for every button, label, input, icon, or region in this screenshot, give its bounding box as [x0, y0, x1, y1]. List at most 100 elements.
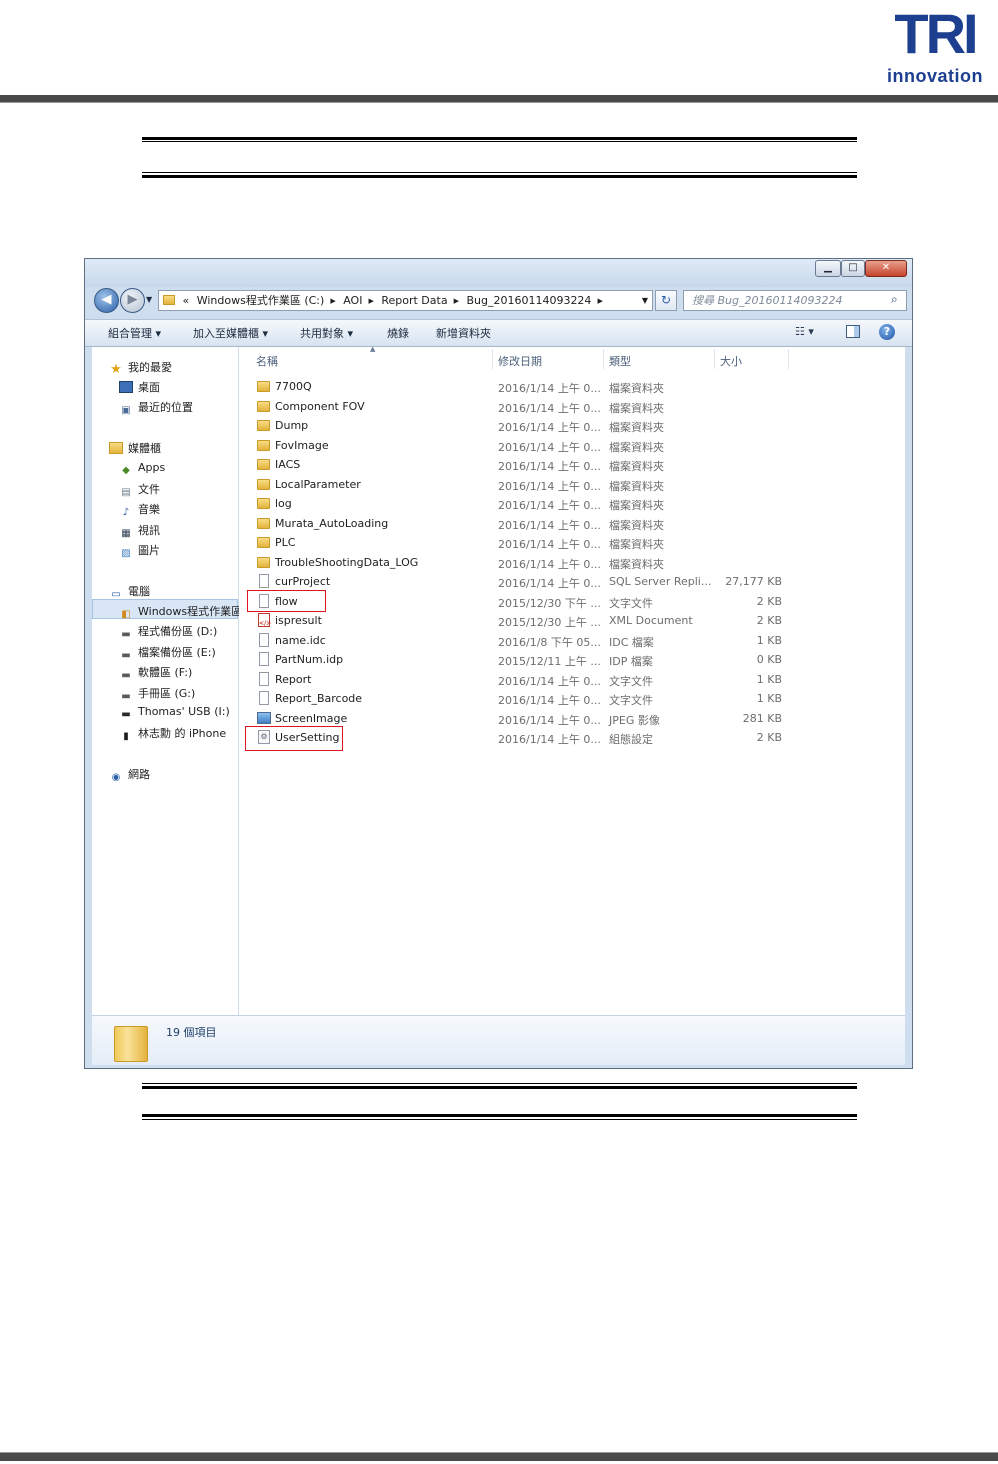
file-row[interactable]: PLC 2016/1/14 上午 0... 檔案資料夾	[239, 533, 905, 552]
column-header-date[interactable]: 修改日期	[498, 353, 542, 369]
breadcrumb-segment[interactable]: Windows程式作業區 (C:)	[197, 291, 325, 310]
close-button[interactable]: ✕	[865, 260, 907, 277]
breadcrumb-arrow-icon[interactable]: ▶	[454, 292, 459, 310]
nav-pictures[interactable]: ▨ 圖片	[119, 542, 160, 560]
file-size: 1 KB	[756, 692, 782, 705]
nav-usb-drive[interactable]: ▬ Thomas' USB (I:)	[119, 705, 229, 721]
view-options-icon[interactable]: ☷ ▾	[795, 325, 814, 338]
rule-top-thin	[142, 141, 857, 142]
highlight-box-flow	[247, 590, 326, 612]
file-row[interactable]: PartNum.idp 2015/12/11 上午 ... IDP 檔案 0 KB	[239, 650, 905, 669]
refresh-button[interactable]: ↻	[655, 290, 677, 311]
column-divider[interactable]	[714, 349, 715, 369]
file-row[interactable]: Murata_AutoLoading 2016/1/14 上午 0... 檔案資料夾	[239, 514, 905, 533]
file-row[interactable]: TroubleShootingData_LOG 2016/1/14 上午 0...…	[239, 553, 905, 572]
nav-drive-e[interactable]: ▬ 檔案備份區 (E:)	[119, 644, 215, 662]
share-with-menu[interactable]: 共用對象 ▾	[300, 325, 353, 341]
include-library-menu[interactable]: 加入至媒體櫃 ▾	[193, 325, 268, 341]
nav-music[interactable]: ♪ 音樂	[119, 501, 160, 519]
organize-menu[interactable]: 組合管理 ▾	[108, 325, 161, 341]
search-input[interactable]: 搜尋 Bug_20160114093224	[683, 290, 907, 311]
nav-label: 軟體區 (F:)	[138, 666, 193, 679]
breadcrumb-arrow-icon[interactable]: ▶	[368, 292, 373, 310]
column-divider[interactable]	[603, 349, 604, 369]
file-name: ispresult	[275, 614, 322, 627]
file-icon	[259, 691, 269, 705]
forward-button[interactable]: ▶	[120, 288, 145, 313]
nav-network[interactable]: ◉ 網路	[109, 766, 150, 784]
file-row[interactable]: curProject 2016/1/14 上午 0... SQL Server Re…	[239, 572, 905, 591]
burn-button[interactable]: 燒錄	[387, 325, 409, 341]
file-date: 2016/1/14 上午 0...	[498, 557, 601, 571]
nav-computer[interactable]: ▭ 電腦	[109, 583, 150, 601]
file-row[interactable]: Component FOV 2016/1/14 上午 0... 檔案資料夾	[239, 397, 905, 416]
refresh-icon: ↻	[660, 293, 672, 307]
file-size: 27,177 KB	[725, 575, 782, 588]
nav-drive-g[interactable]: ▬ 手冊區 (G:)	[119, 685, 195, 703]
breadcrumb-segment[interactable]: Report Data	[381, 291, 447, 310]
nav-recent-places[interactable]: ▣ 最近的位置	[119, 399, 193, 417]
file-row[interactable]: </> ispresult 2015/12/30 上午 ... XML Documen…	[239, 611, 905, 630]
nav-documents[interactable]: ▤ 文件	[119, 481, 160, 499]
nav-apps[interactable]: ◆ Apps	[119, 461, 165, 477]
file-row[interactable]: log 2016/1/14 上午 0... 檔案資料夾	[239, 494, 905, 513]
file-row[interactable]: LocalParameter 2016/1/14 上午 0... 檔案資料夾	[239, 475, 905, 494]
image-file-icon	[257, 711, 271, 724]
address-prefix[interactable]: «	[183, 291, 190, 310]
nav-label: Apps	[138, 461, 166, 474]
nav-iphone[interactable]: ▮ 林志勳 的 iPhone	[119, 725, 226, 743]
nav-label: 林志勳 的 iPhone	[138, 727, 227, 740]
file-type: 檔案資料夾	[609, 440, 664, 454]
title-bar[interactable]	[85, 259, 912, 287]
nav-desktop[interactable]: 桌面	[119, 379, 160, 395]
nav-libraries[interactable]: 媒體櫃	[109, 440, 161, 456]
breadcrumb-segment[interactable]: Bug_20160114093224	[466, 291, 591, 310]
nav-drive-f[interactable]: ▬ 軟體區 (F:)	[119, 664, 192, 682]
file-row[interactable]: flow 2015/12/30 下午 ... 文字文件 2 KB	[239, 592, 905, 611]
preview-pane-icon[interactable]	[846, 325, 860, 338]
document-icon: ▤	[121, 487, 131, 498]
nav-drive-d[interactable]: ▬ 程式備份區 (D:)	[119, 623, 217, 641]
maximize-button[interactable]: □	[841, 260, 865, 277]
file-type: XML Document	[609, 614, 693, 627]
column-header-size[interactable]: 大小	[720, 353, 742, 369]
column-divider[interactable]	[492, 349, 493, 369]
new-folder-button[interactable]: 新增資料夾	[436, 325, 491, 341]
minimize-button[interactable]: ▁	[815, 260, 841, 277]
address-dropdown-icon[interactable]: ▼	[637, 290, 653, 311]
nav-favorites[interactable]: ★ 我的最愛	[109, 359, 172, 376]
help-button[interactable]: ?	[879, 324, 895, 340]
phone-icon: ▮	[123, 731, 129, 742]
column-header-type[interactable]: 類型	[609, 353, 631, 369]
video-icon: ▦	[121, 528, 131, 539]
file-date: 2016/1/8 下午 05...	[498, 635, 601, 649]
library-icon	[109, 442, 123, 454]
file-type: SQL Server Repli...	[609, 575, 712, 588]
recent-pages-dropdown[interactable]: ▼	[146, 295, 152, 304]
breadcrumb-segment[interactable]: AOI	[343, 291, 362, 310]
file-row[interactable]: ScreenImage 2016/1/14 上午 0... JPEG 影像 281 K…	[239, 709, 905, 728]
file-row[interactable]: IACS 2016/1/14 上午 0... 檔案資料夾	[239, 455, 905, 474]
file-name: Murata_AutoLoading	[275, 516, 389, 530]
file-row[interactable]: FovImage 2016/1/14 上午 0... 檔案資料夾	[239, 436, 905, 455]
nav-drive-c[interactable]: ◧ Windows程式作業區	[119, 603, 242, 621]
file-row[interactable]: name.idc 2016/1/8 下午 05... IDC 檔案 1 KB	[239, 631, 905, 650]
file-row[interactable]: Report_Barcode 2016/1/14 上午 0... 文字文件 1 KB	[239, 689, 905, 708]
rule-4-thin	[142, 1119, 857, 1120]
nav-videos[interactable]: ▦ 視訊	[119, 522, 160, 540]
search-icon[interactable]: ⌕	[891, 292, 898, 307]
file-row[interactable]: Dump 2016/1/14 上午 0... 檔案資料夾	[239, 416, 905, 435]
breadcrumb-arrow-icon[interactable]: ▶	[597, 292, 602, 310]
file-name: 7700Q	[275, 380, 312, 393]
back-button[interactable]: ◀	[94, 288, 119, 313]
file-name: Component FOV	[275, 399, 365, 413]
file-row[interactable]: 7700Q 2016/1/14 上午 0... 檔案資料夾	[239, 377, 905, 396]
breadcrumb-arrow-icon[interactable]: ▶	[330, 292, 335, 310]
column-divider[interactable]	[788, 349, 789, 369]
file-type: IDP 檔案	[609, 655, 653, 668]
column-header-name[interactable]: 名稱	[256, 353, 278, 369]
file-type: 檔案資料夾	[609, 538, 664, 551]
folder-icon	[257, 517, 270, 529]
address-bar[interactable]: « Windows程式作業區 (C:) ▶ AOI ▶ Report Data ▶ B…	[158, 290, 653, 311]
file-row[interactable]: Report 2016/1/14 上午 0... 文字文件 1 KB	[239, 670, 905, 689]
